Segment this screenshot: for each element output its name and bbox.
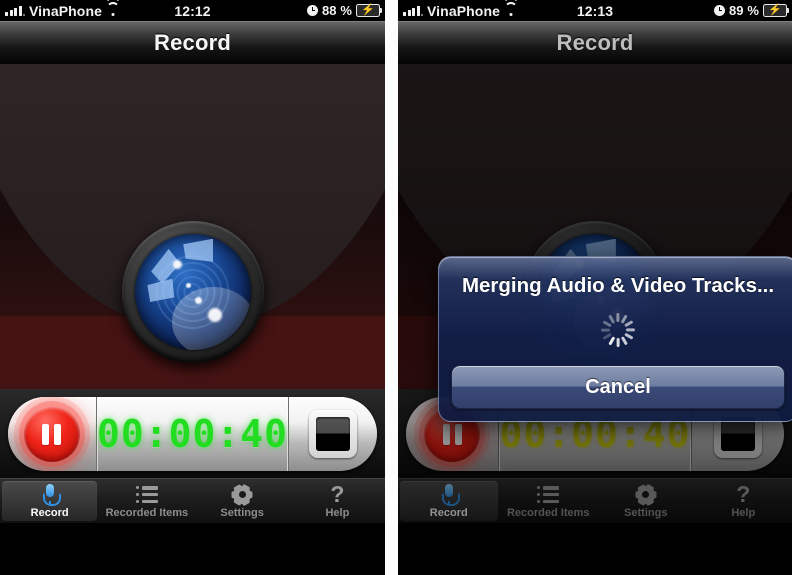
stop-segment — [289, 397, 377, 471]
alarm-clock-icon — [306, 5, 318, 16]
tab-settings[interactable]: Settings — [195, 479, 290, 523]
status-bar: VinaPhone 12:12 88 % ⚡ — [0, 0, 385, 21]
alarm-clock-icon — [713, 5, 725, 16]
main-content: 00:00:40 Record Recorded Items Settings … — [0, 64, 385, 523]
recorder-control-panel: 00:00:40 — [8, 397, 377, 471]
recorder-control-bar: 00:00:40 — [0, 389, 385, 479]
battery-charging-icon: ⚡ — [356, 4, 383, 17]
battery-percent-label: 88 % — [321, 3, 352, 18]
cancel-button-label: Cancel — [585, 375, 651, 398]
record-segment — [8, 397, 96, 471]
tab-help[interactable]: ? Help — [290, 479, 385, 523]
activity-spinner-icon — [601, 313, 635, 347]
timer-segment: 00:00:40 — [95, 397, 290, 471]
lens-highlight — [194, 296, 202, 304]
screenshot-stage: VinaPhone 12:12 88 % ⚡ Record 00:00:40 R… — [0, 0, 792, 575]
page-title: Record — [154, 29, 231, 55]
gear-icon — [231, 483, 253, 506]
spinner-spoke — [624, 320, 634, 328]
page-title: Record — [556, 29, 634, 55]
tab-record[interactable]: Record — [2, 481, 98, 521]
spinner-spoke — [608, 336, 616, 346]
battery-charging-icon: ⚡ — [763, 4, 790, 17]
tab-label: Record — [30, 506, 69, 519]
lens-glass — [134, 234, 251, 350]
spinner-spoke — [624, 332, 634, 340]
aperture-blade — [183, 238, 214, 262]
navigation-bar: Record — [0, 21, 385, 64]
progress-dialog: Merging Audio & Video Tracks... Cancel — [438, 256, 792, 422]
spinner-spoke — [620, 336, 628, 346]
navigation-bar: Record — [398, 21, 792, 64]
pause-record-button[interactable] — [23, 406, 80, 462]
tab-recorded-items[interactable]: Recorded Items — [99, 479, 194, 523]
question-mark-icon: ? — [330, 481, 345, 507]
tab-label: Settings — [220, 506, 264, 519]
phone-screen-left: VinaPhone 12:12 88 % ⚡ Record 00:00:40 R… — [0, 0, 385, 575]
spinner-spoke — [626, 328, 635, 332]
stop-button[interactable] — [309, 410, 357, 458]
list-icon — [135, 484, 158, 506]
dialog-title: Merging Audio & Video Tracks... — [461, 274, 775, 297]
tab-label: Recorded Items — [105, 506, 189, 519]
status-bar: VinaPhone 12:13 89 % ⚡ — [398, 0, 792, 21]
panel-gutter — [385, 0, 398, 575]
lens-highlight — [172, 259, 182, 269]
main-content: 00:00:40 Record Recorded Items Settings … — [398, 64, 792, 523]
spinner-container — [451, 299, 785, 361]
clock-label: 12:13 — [576, 2, 614, 19]
tab-bar: Record Recorded Items Settings ? Help — [0, 478, 385, 523]
spinner-spoke — [616, 313, 620, 322]
camera-lens-icon — [121, 221, 264, 363]
status-bar-right: 89 % ⚡ — [713, 0, 790, 21]
phone-screen-right: VinaPhone 12:13 89 % ⚡ Record 00:00:40 R… — [398, 0, 792, 575]
status-bar-right: 88 % ⚡ — [306, 0, 383, 21]
tab-label: Help — [325, 506, 350, 519]
microphone-icon — [42, 484, 61, 506]
cancel-button[interactable]: Cancel — [451, 365, 785, 409]
spinner-spoke — [616, 338, 620, 347]
clock-label: 12:12 — [174, 2, 211, 19]
recording-timer: 00:00:40 — [96, 412, 289, 456]
lens-highlight — [185, 282, 191, 288]
spinner-spoke — [601, 328, 610, 332]
battery-percent-label: 89 % — [728, 3, 759, 18]
